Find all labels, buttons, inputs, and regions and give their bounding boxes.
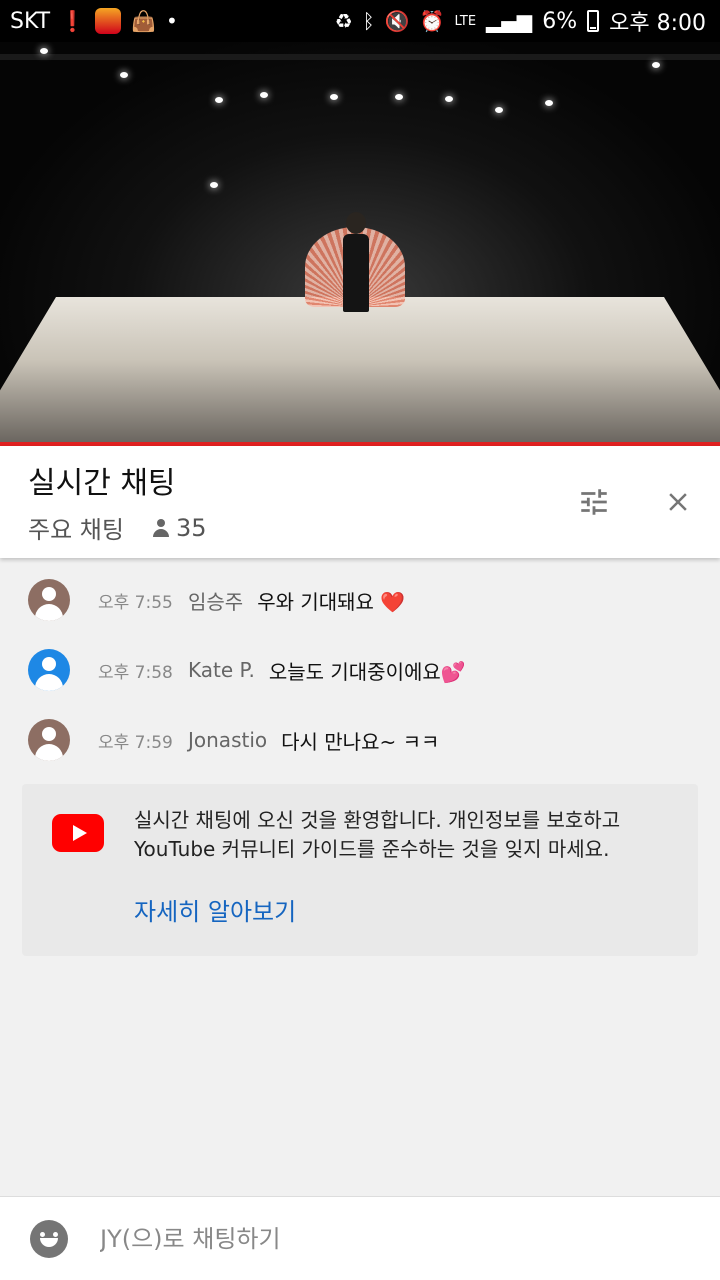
carrier-label: SKT (10, 8, 51, 34)
chat-input[interactable] (98, 1223, 658, 1254)
chat-header: 실시간 채팅 주요 채팅 35 (0, 446, 720, 558)
message-text: 우와 기대돼요 ❤️ (257, 589, 406, 614)
close-icon (669, 493, 687, 511)
status-bar: SKT ❗ 👜 • ♻ ᛒ 🔇 ⏰ LTE ▂▄▆ 6% 오후 8:00 (0, 0, 720, 42)
stage-truss (0, 54, 720, 60)
stage-light (215, 97, 223, 103)
message-text: 다시 만나요~ ㅋㅋ (281, 729, 440, 754)
message-time: 오후 7:59 (98, 732, 173, 753)
message-time: 오후 7:55 (98, 592, 173, 613)
performer (343, 212, 369, 312)
heart-emoji: ❤️ (380, 589, 406, 614)
chat-input-bar (0, 1196, 720, 1280)
message-author[interactable]: Kate P. (188, 658, 255, 682)
chat-message-list[interactable]: 오후 7:55 임승주 우와 기대돼요 ❤️ 오후 7:58 Kate P. 오… (0, 565, 720, 775)
close-button[interactable] (654, 478, 702, 526)
stage-light (210, 182, 218, 188)
chat-message[interactable]: 오후 7:58 Kate P. 오늘도 기대중이에요💕 (0, 635, 720, 705)
message-author[interactable]: Jonastio (188, 728, 267, 752)
alert-icon: ❗ (60, 9, 86, 33)
chat-mode-selector[interactable]: 주요 채팅 (28, 510, 124, 545)
chat-message[interactable]: 오후 7:55 임승주 우와 기대돼요 ❤️ (0, 565, 720, 635)
welcome-text: 실시간 채팅에 오신 것을 환영합니다. 개인정보를 보호하고 YouTube … (134, 808, 621, 861)
stage-light (495, 107, 503, 113)
chat-message[interactable]: 오후 7:59 Jonastio 다시 만나요~ ㅋㅋ (0, 705, 720, 775)
signal-icon: ▂▄▆ (486, 9, 533, 33)
stage-light (40, 48, 48, 54)
message-author[interactable]: 임승주 (188, 586, 243, 615)
welcome-card: 실시간 채팅에 오신 것을 환영합니다. 개인정보를 보호하고 YouTube … (22, 784, 698, 956)
hearts-emoji: 💕 (440, 659, 466, 684)
recycle-icon: ♻ (334, 9, 353, 33)
battery-icon (587, 10, 600, 32)
mute-icon: 🔇 (384, 9, 410, 33)
clock: 오후 8:00 (609, 11, 706, 36)
stage-light (395, 94, 403, 100)
bluetooth-icon: ᛒ (362, 9, 375, 33)
stage-light (652, 62, 660, 68)
emoji-icon[interactable] (30, 1219, 68, 1258)
stage-light (330, 94, 338, 100)
stage-light (260, 92, 268, 98)
stage-light (445, 96, 453, 102)
message-time: 오후 7:58 (98, 662, 173, 683)
alarm-icon: ⏰ (419, 9, 445, 33)
avatar[interactable] (28, 579, 70, 621)
viewer-count: 35 (152, 514, 207, 542)
tune-icon (581, 489, 607, 515)
viewer-count-label: 35 (175, 513, 207, 542)
avatar[interactable] (28, 649, 70, 691)
youtube-logo-icon (52, 814, 104, 852)
avatar[interactable] (28, 719, 70, 761)
shopping-bag-icon: 👜 (131, 9, 156, 33)
message-text: 오늘도 기대중이에요💕 (268, 659, 466, 684)
stage-light (545, 100, 553, 106)
learn-more-link[interactable]: 자세히 알아보기 (134, 892, 296, 927)
battery-percent: 6% (542, 8, 578, 34)
stage-light (120, 72, 128, 78)
video-player[interactable] (0, 42, 720, 442)
app-badge-icon (95, 8, 122, 34)
dot-icon: • (165, 9, 178, 33)
stage-floor (0, 297, 720, 442)
filter-button[interactable] (570, 478, 618, 526)
network-label: LTE (454, 13, 477, 29)
person-icon (152, 518, 170, 537)
